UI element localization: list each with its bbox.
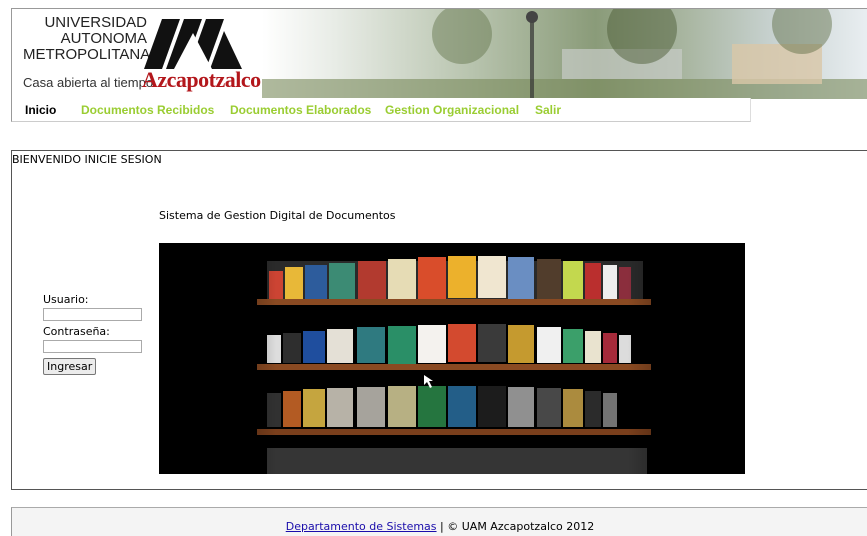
login-form: Usuario: Contraseña: Ingresar [43,293,142,375]
bookshelf-image-icon [159,243,745,474]
tagline: Casa abierta al tiempo [23,75,154,90]
bookshelf-image [159,243,745,474]
campus-name: Azcapotzalco [142,67,261,92]
footer-separator: | [436,520,448,533]
footer-copyright: © UAM Azcapotzalco 2012 [447,520,595,533]
campus-photo-banner [262,9,867,99]
university-line-3: METROPOLITANA [23,46,151,63]
university-line-2: AUTONOMA [60,30,147,47]
nav-gestion-organizacional[interactable]: Gestion Organizacional [385,103,519,117]
site-header: UNIVERSIDAD AUTONOMA METROPOLITANA Casa … [11,8,867,99]
nav-documentos-recibidos[interactable]: Documentos Recibidos [81,103,214,117]
nav-documentos-elaborados[interactable]: Documentos Elaborados [230,103,371,117]
login-button[interactable]: Ingresar [43,358,97,375]
university-line-1: UNIVERSIDAD [44,14,147,31]
main-content: BIENVENIDO INICIE SESION Sistema de Gest… [11,150,867,490]
system-title: Sistema de Gestion Digital de Documentos [159,209,396,222]
footer-department-link[interactable]: Departamento de Sistemas [286,520,437,533]
username-input[interactable] [43,308,142,321]
nav-salir[interactable]: Salir [535,103,561,117]
uam-logo-icon [144,19,242,69]
site-footer: Departamento de Sistemas | © UAM Azcapot… [11,507,867,536]
nav-inicio[interactable]: Inicio [25,103,56,117]
university-name: UNIVERSIDAD AUTONOMA METROPOLITANA [23,14,151,63]
password-label: Contraseña: [43,325,110,338]
password-input[interactable] [43,340,142,353]
main-navigation: Inicio Documentos Recibidos Documentos E… [11,98,751,122]
username-label: Usuario: [43,293,89,306]
welcome-message: BIENVENIDO INICIE SESION [12,153,162,166]
footer-line: Departamento de Sistemas | © UAM Azcapot… [12,520,867,533]
campus-photo-icon [262,9,867,99]
